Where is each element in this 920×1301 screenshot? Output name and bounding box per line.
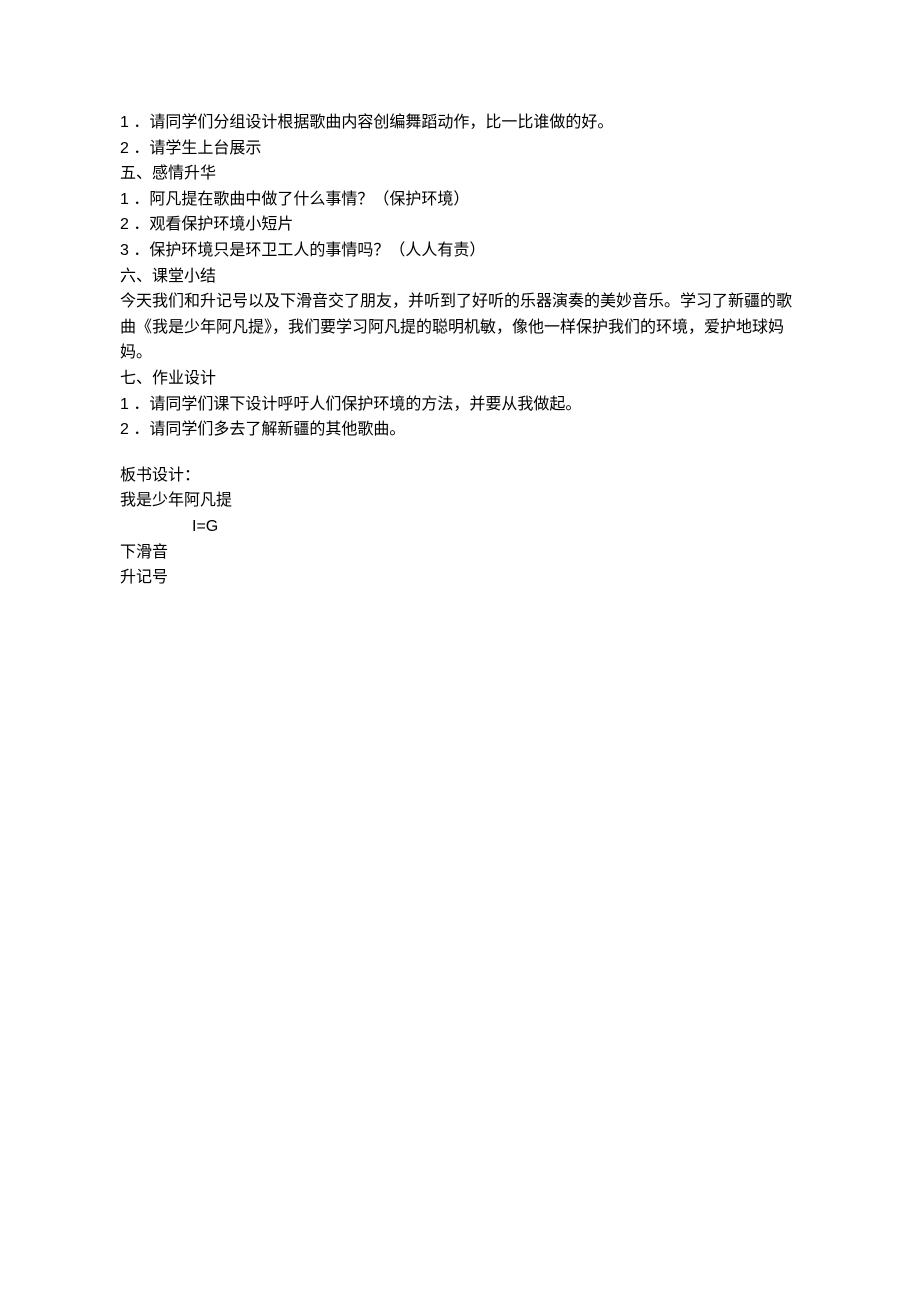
list-item: 2 ．观看保护环境小短片 <box>120 212 800 238</box>
item-number: 2 <box>120 140 129 157</box>
spacer <box>120 443 800 463</box>
list-item: 3 ．保护环境只是环卫工人的事情吗？（人人有责） <box>120 238 800 264</box>
list-item: 1 ．请同学们课下设计呼吁人们保护环境的方法，并要从我做起。 <box>120 392 800 418</box>
section-heading: 六、课堂小结 <box>120 264 800 290</box>
board-design-heading: 板书设计： <box>120 463 800 489</box>
board-design-term: 升记号 <box>120 565 800 591</box>
item-text: ．请同学们分组设计根据歌曲内容创编舞蹈动作，比一比谁做的好。 <box>129 114 613 131</box>
list-item: 1 ．阿凡提在歌曲中做了什么事情？（保护环境） <box>120 187 800 213</box>
board-design-term: 下滑音 <box>120 540 800 566</box>
list-item: 1 ．请同学们分组设计根据歌曲内容创编舞蹈动作，比一比谁做的好。 <box>120 110 800 136</box>
paragraph: 今天我们和升记号以及下滑音交了朋友，并听到了好听的乐器演奏的美妙音乐。学习了新疆… <box>120 289 800 366</box>
document-page: 1 ．请同学们分组设计根据歌曲内容创编舞蹈动作，比一比谁做的好。 2 ．请学生上… <box>0 0 920 1301</box>
board-design-title: 我是少年阿凡提 <box>120 488 800 514</box>
board-design-notation: I=G <box>120 514 800 540</box>
section-heading: 五、感情升华 <box>120 161 800 187</box>
item-text: ．观看保护环境小短片 <box>129 216 293 233</box>
item-text: ．保护环境只是环卫工人的事情吗？（人人有责） <box>129 242 485 259</box>
item-number: 1 <box>120 191 129 208</box>
item-text: ．请同学们课下设计呼吁人们保护环境的方法，并要从我做起。 <box>129 396 581 413</box>
item-number: 2 <box>120 216 129 233</box>
item-number: 2 <box>120 421 129 438</box>
item-number: 1 <box>120 114 129 131</box>
item-text: ．阿凡提在歌曲中做了什么事情？（保护环境） <box>129 191 469 208</box>
list-item: 2 ．请同学们多去了解新疆的其他歌曲。 <box>120 417 800 443</box>
item-text: ．请同学们多去了解新疆的其他歌曲。 <box>129 421 405 438</box>
item-number: 1 <box>120 396 129 413</box>
item-text: ．请学生上台展示 <box>129 140 261 157</box>
list-item: 2 ．请学生上台展示 <box>120 136 800 162</box>
item-number: 3 <box>120 242 129 259</box>
section-heading: 七、作业设计 <box>120 366 800 392</box>
